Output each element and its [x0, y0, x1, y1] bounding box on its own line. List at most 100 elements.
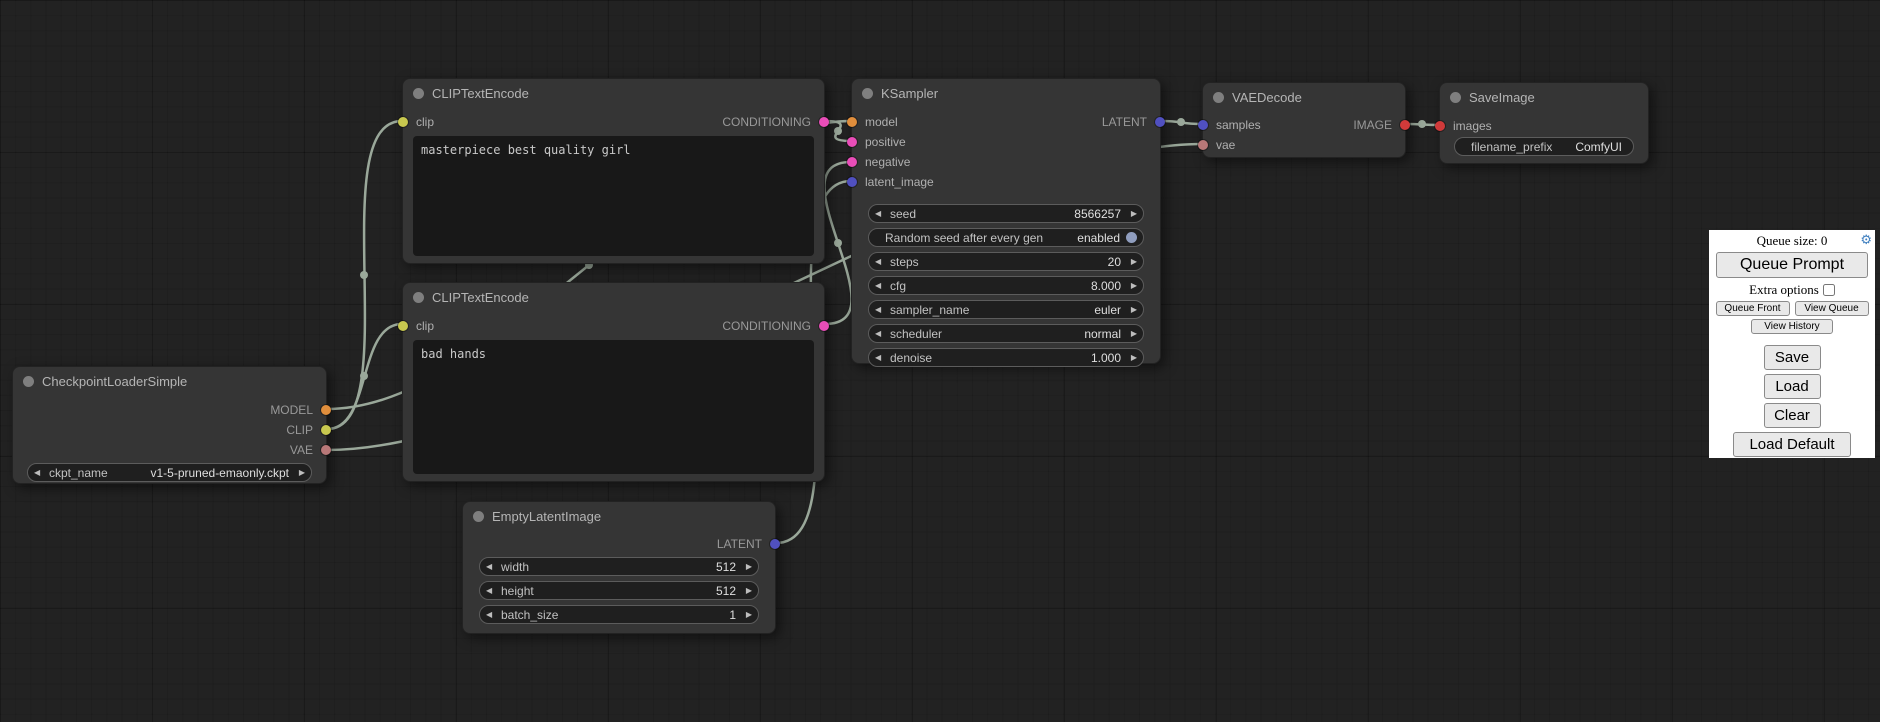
decrement-arrow[interactable]: ◀	[875, 281, 886, 290]
increment-arrow[interactable]: ▶	[294, 468, 305, 477]
widget-value[interactable]: v1-5-pruned-emaonly.ckpt	[150, 466, 289, 480]
conditioning-output-dot[interactable]	[819, 117, 829, 127]
clip-input-dot[interactable]	[398, 117, 408, 127]
decrement-arrow[interactable]: ◀	[875, 353, 886, 362]
node-collapse-dot[interactable]	[1450, 92, 1461, 103]
random-seed-toggle-widget[interactable]: Random seed after every gen enabled	[868, 228, 1144, 247]
node-title-bar[interactable]: KSampler	[852, 79, 1160, 108]
node-empty-latent-image[interactable]: EmptyLatentImage LATENT ◀ width 512 ▶ ◀ …	[462, 501, 776, 634]
increment-arrow[interactable]: ▶	[741, 562, 752, 571]
increment-arrow[interactable]: ▶	[1126, 329, 1137, 338]
extra-options-checkbox[interactable]	[1823, 284, 1835, 296]
increment-arrow[interactable]: ▶	[741, 610, 752, 619]
node-collapse-dot[interactable]	[1213, 92, 1224, 103]
settings-gear-icon[interactable]: ⚙	[1860, 233, 1872, 248]
link-clip-to-negative-encoder	[327, 324, 402, 429]
node-collapse-dot[interactable]	[413, 88, 424, 99]
decrement-arrow[interactable]: ◀	[34, 468, 45, 477]
sampler-name-widget[interactable]: ◀ sampler_name euler ▶	[868, 300, 1144, 319]
decrement-arrow[interactable]: ◀	[486, 562, 497, 571]
decrement-arrow[interactable]: ◀	[486, 610, 497, 619]
widget-value[interactable]: 20	[1108, 255, 1121, 269]
positive-input-dot[interactable]	[847, 137, 857, 147]
height-widget[interactable]: ◀ height 512 ▶	[479, 581, 759, 600]
input-row: positive	[852, 132, 1160, 152]
width-widget[interactable]: ◀ width 512 ▶	[479, 557, 759, 576]
widget-value[interactable]: euler	[1094, 303, 1121, 317]
denoise-widget[interactable]: ◀ denoise 1.000 ▶	[868, 348, 1144, 367]
increment-arrow[interactable]: ▶	[1126, 353, 1137, 362]
increment-arrow[interactable]: ▶	[1126, 257, 1137, 266]
node-clip-text-encode-positive[interactable]: CLIPTextEncode clip CONDITIONING masterp…	[402, 78, 825, 264]
decrement-arrow[interactable]: ◀	[875, 209, 886, 218]
widget-value[interactable]: 8.000	[1091, 279, 1121, 293]
ckpt-name-widget[interactable]: ◀ ckpt_name v1-5-pruned-emaonly.ckpt ▶	[27, 463, 312, 482]
queue-front-button[interactable]: Queue Front	[1716, 301, 1790, 316]
decrement-arrow[interactable]: ◀	[875, 257, 886, 266]
decrement-arrow[interactable]: ◀	[875, 305, 886, 314]
node-title-bar[interactable]: CheckpointLoaderSimple	[13, 367, 326, 396]
conditioning-output-dot[interactable]	[819, 321, 829, 331]
cfg-widget[interactable]: ◀ cfg 8.000 ▶	[868, 276, 1144, 295]
filename-prefix-widget[interactable]: filename_prefix ComfyUI	[1454, 137, 1634, 156]
widget-value[interactable]: 1.000	[1091, 351, 1121, 365]
node-collapse-dot[interactable]	[862, 88, 873, 99]
widget-value[interactable]: normal	[1084, 327, 1121, 341]
decrement-arrow[interactable]: ◀	[486, 586, 497, 595]
samples-input-dot[interactable]	[1198, 120, 1208, 130]
clip-output-dot[interactable]	[321, 425, 331, 435]
node-title: KSampler	[881, 86, 938, 101]
queue-prompt-button[interactable]: Queue Prompt	[1716, 252, 1868, 278]
positive-prompt-textarea[interactable]: masterpiece best quality girl	[413, 136, 814, 256]
decrement-arrow[interactable]: ◀	[875, 329, 886, 338]
comfy-menu[interactable]: Queue size: 0 ⚙ Queue Prompt Extra optio…	[1709, 230, 1875, 458]
increment-arrow[interactable]: ▶	[1126, 209, 1137, 218]
images-input-dot[interactable]	[1435, 121, 1445, 131]
negative-prompt-textarea[interactable]: bad hands	[413, 340, 814, 474]
save-button[interactable]: Save	[1764, 345, 1821, 370]
vae-input-dot[interactable]	[1198, 140, 1208, 150]
vae-output-dot[interactable]	[321, 445, 331, 455]
clip-input-dot[interactable]	[398, 321, 408, 331]
latent-output-dot[interactable]	[1155, 117, 1165, 127]
node-title-bar[interactable]: CLIPTextEncode	[403, 79, 824, 108]
widget-value[interactable]: 512	[716, 560, 736, 574]
node-clip-text-encode-negative[interactable]: CLIPTextEncode clip CONDITIONING bad han…	[402, 282, 825, 482]
extra-options-row: Extra options	[1749, 283, 1835, 297]
increment-arrow[interactable]: ▶	[1126, 305, 1137, 314]
latent-image-input-dot[interactable]	[847, 177, 857, 187]
node-save-image[interactable]: SaveImage images filename_prefix ComfyUI	[1439, 82, 1649, 164]
model-output-dot[interactable]	[321, 405, 331, 415]
node-title-bar[interactable]: VAEDecode	[1203, 83, 1405, 112]
node-title: CheckpointLoaderSimple	[42, 374, 187, 389]
graph-canvas[interactable]: CheckpointLoaderSimple MODEL CLIP VAE ◀ …	[0, 0, 1880, 722]
node-checkpoint-loader-simple[interactable]: CheckpointLoaderSimple MODEL CLIP VAE ◀ …	[12, 366, 327, 484]
node-ksampler[interactable]: KSampler model positive negative latent_…	[851, 78, 1161, 364]
widget-value[interactable]: ComfyUI	[1575, 140, 1622, 154]
latent-output-dot[interactable]	[770, 539, 780, 549]
random-seed-toggle[interactable]	[1126, 232, 1137, 243]
widget-value[interactable]: 1	[729, 608, 736, 622]
widget-value[interactable]: 512	[716, 584, 736, 598]
load-default-button[interactable]: Load Default	[1733, 432, 1851, 457]
scheduler-widget[interactable]: ◀ scheduler normal ▶	[868, 324, 1144, 343]
increment-arrow[interactable]: ▶	[1126, 281, 1137, 290]
clear-button[interactable]: Clear	[1764, 403, 1821, 428]
node-title-bar[interactable]: EmptyLatentImage	[463, 502, 775, 531]
batch-size-widget[interactable]: ◀ batch_size 1 ▶	[479, 605, 759, 624]
node-collapse-dot[interactable]	[473, 511, 484, 522]
view-history-button[interactable]: View History	[1751, 319, 1833, 334]
steps-widget[interactable]: ◀ steps 20 ▶	[868, 252, 1144, 271]
node-collapse-dot[interactable]	[23, 376, 34, 387]
node-collapse-dot[interactable]	[413, 292, 424, 303]
increment-arrow[interactable]: ▶	[741, 586, 752, 595]
node-vae-decode[interactable]: VAEDecode samples IMAGE vae	[1202, 82, 1406, 158]
load-button[interactable]: Load	[1764, 374, 1821, 399]
node-title-bar[interactable]: SaveImage	[1440, 83, 1648, 112]
image-output-dot[interactable]	[1400, 120, 1410, 130]
node-title-bar[interactable]: CLIPTextEncode	[403, 283, 824, 312]
negative-input-dot[interactable]	[847, 157, 857, 167]
seed-widget[interactable]: ◀ seed 8566257 ▶	[868, 204, 1144, 223]
view-queue-button[interactable]: View Queue	[1795, 301, 1869, 316]
widget-value[interactable]: 8566257	[1074, 207, 1121, 221]
